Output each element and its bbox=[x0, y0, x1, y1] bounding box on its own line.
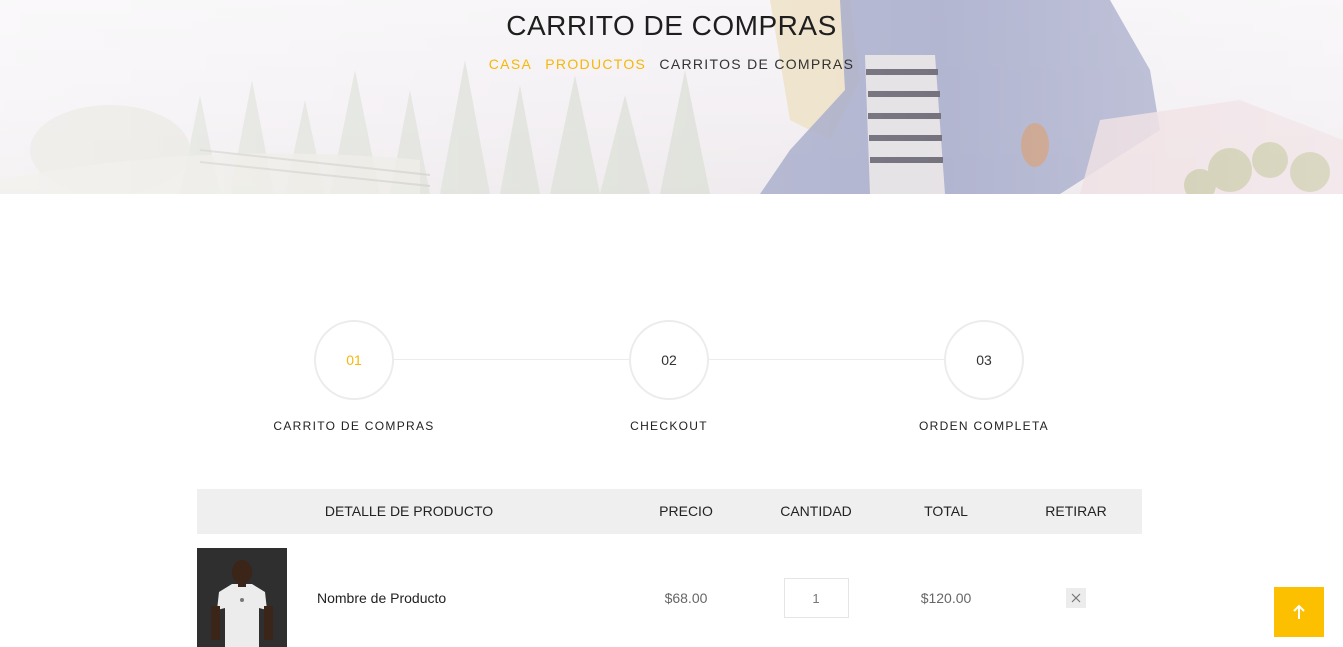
remove-item-button[interactable] bbox=[1066, 588, 1086, 608]
product-image bbox=[197, 548, 287, 647]
column-header-total: TOTAL bbox=[924, 503, 968, 519]
step-3-circle[interactable]: 03 bbox=[944, 320, 1024, 400]
product-thumbnail[interactable] bbox=[197, 548, 287, 647]
step-2-circle[interactable]: 02 bbox=[629, 320, 709, 400]
product-total: $120.00 bbox=[920, 590, 972, 606]
cart-table-header: DETALLE DE PRODUCTO PRECIO CANTIDAD TOTA… bbox=[197, 489, 1142, 534]
product-price: $68.00 bbox=[664, 590, 708, 606]
arrow-up-icon bbox=[1293, 604, 1305, 619]
back-to-top-button[interactable] bbox=[1274, 587, 1324, 637]
breadcrumb-home-link[interactable]: CASA bbox=[489, 56, 532, 72]
step-3-label: ORDEN COMPLETA bbox=[919, 419, 1049, 433]
product-name[interactable]: Nombre de Producto bbox=[317, 548, 446, 647]
column-header-quantity: CANTIDAD bbox=[780, 503, 852, 519]
breadcrumb: CASA PRODUCTOS CARRITOS DE COMPRAS bbox=[0, 56, 1343, 72]
step-connector bbox=[709, 359, 944, 360]
breadcrumb-products-link[interactable]: PRODUCTOS bbox=[545, 56, 646, 72]
breadcrumb-current: CARRITOS DE COMPRAS bbox=[659, 56, 855, 72]
page-title: CARRITO DE COMPRAS bbox=[506, 10, 837, 41]
quantity-input[interactable] bbox=[783, 578, 849, 618]
quantity-cell bbox=[757, 548, 875, 647]
step-1-circle[interactable]: 01 bbox=[314, 320, 394, 400]
remove-cell bbox=[1017, 548, 1135, 647]
step-connector bbox=[394, 359, 629, 360]
column-header-product: DETALLE DE PRODUCTO bbox=[324, 503, 494, 519]
cart-item-row: Nombre de Producto $68.00 $120.00 bbox=[197, 548, 1142, 647]
column-header-price: PRECIO bbox=[659, 503, 713, 519]
step-2-label: CHECKOUT bbox=[630, 419, 708, 433]
close-icon bbox=[1071, 593, 1081, 603]
page-hero-banner: CARRITO DE COMPRAS CASA PRODUCTOS CARRIT… bbox=[0, 0, 1343, 194]
column-header-remove: RETIRAR bbox=[1045, 503, 1107, 519]
step-1-label: CARRITO DE COMPRAS bbox=[273, 419, 435, 433]
checkout-steps: 01 02 03 CARRITO DE COMPRAS CHECKOUT ORD… bbox=[0, 320, 1343, 440]
